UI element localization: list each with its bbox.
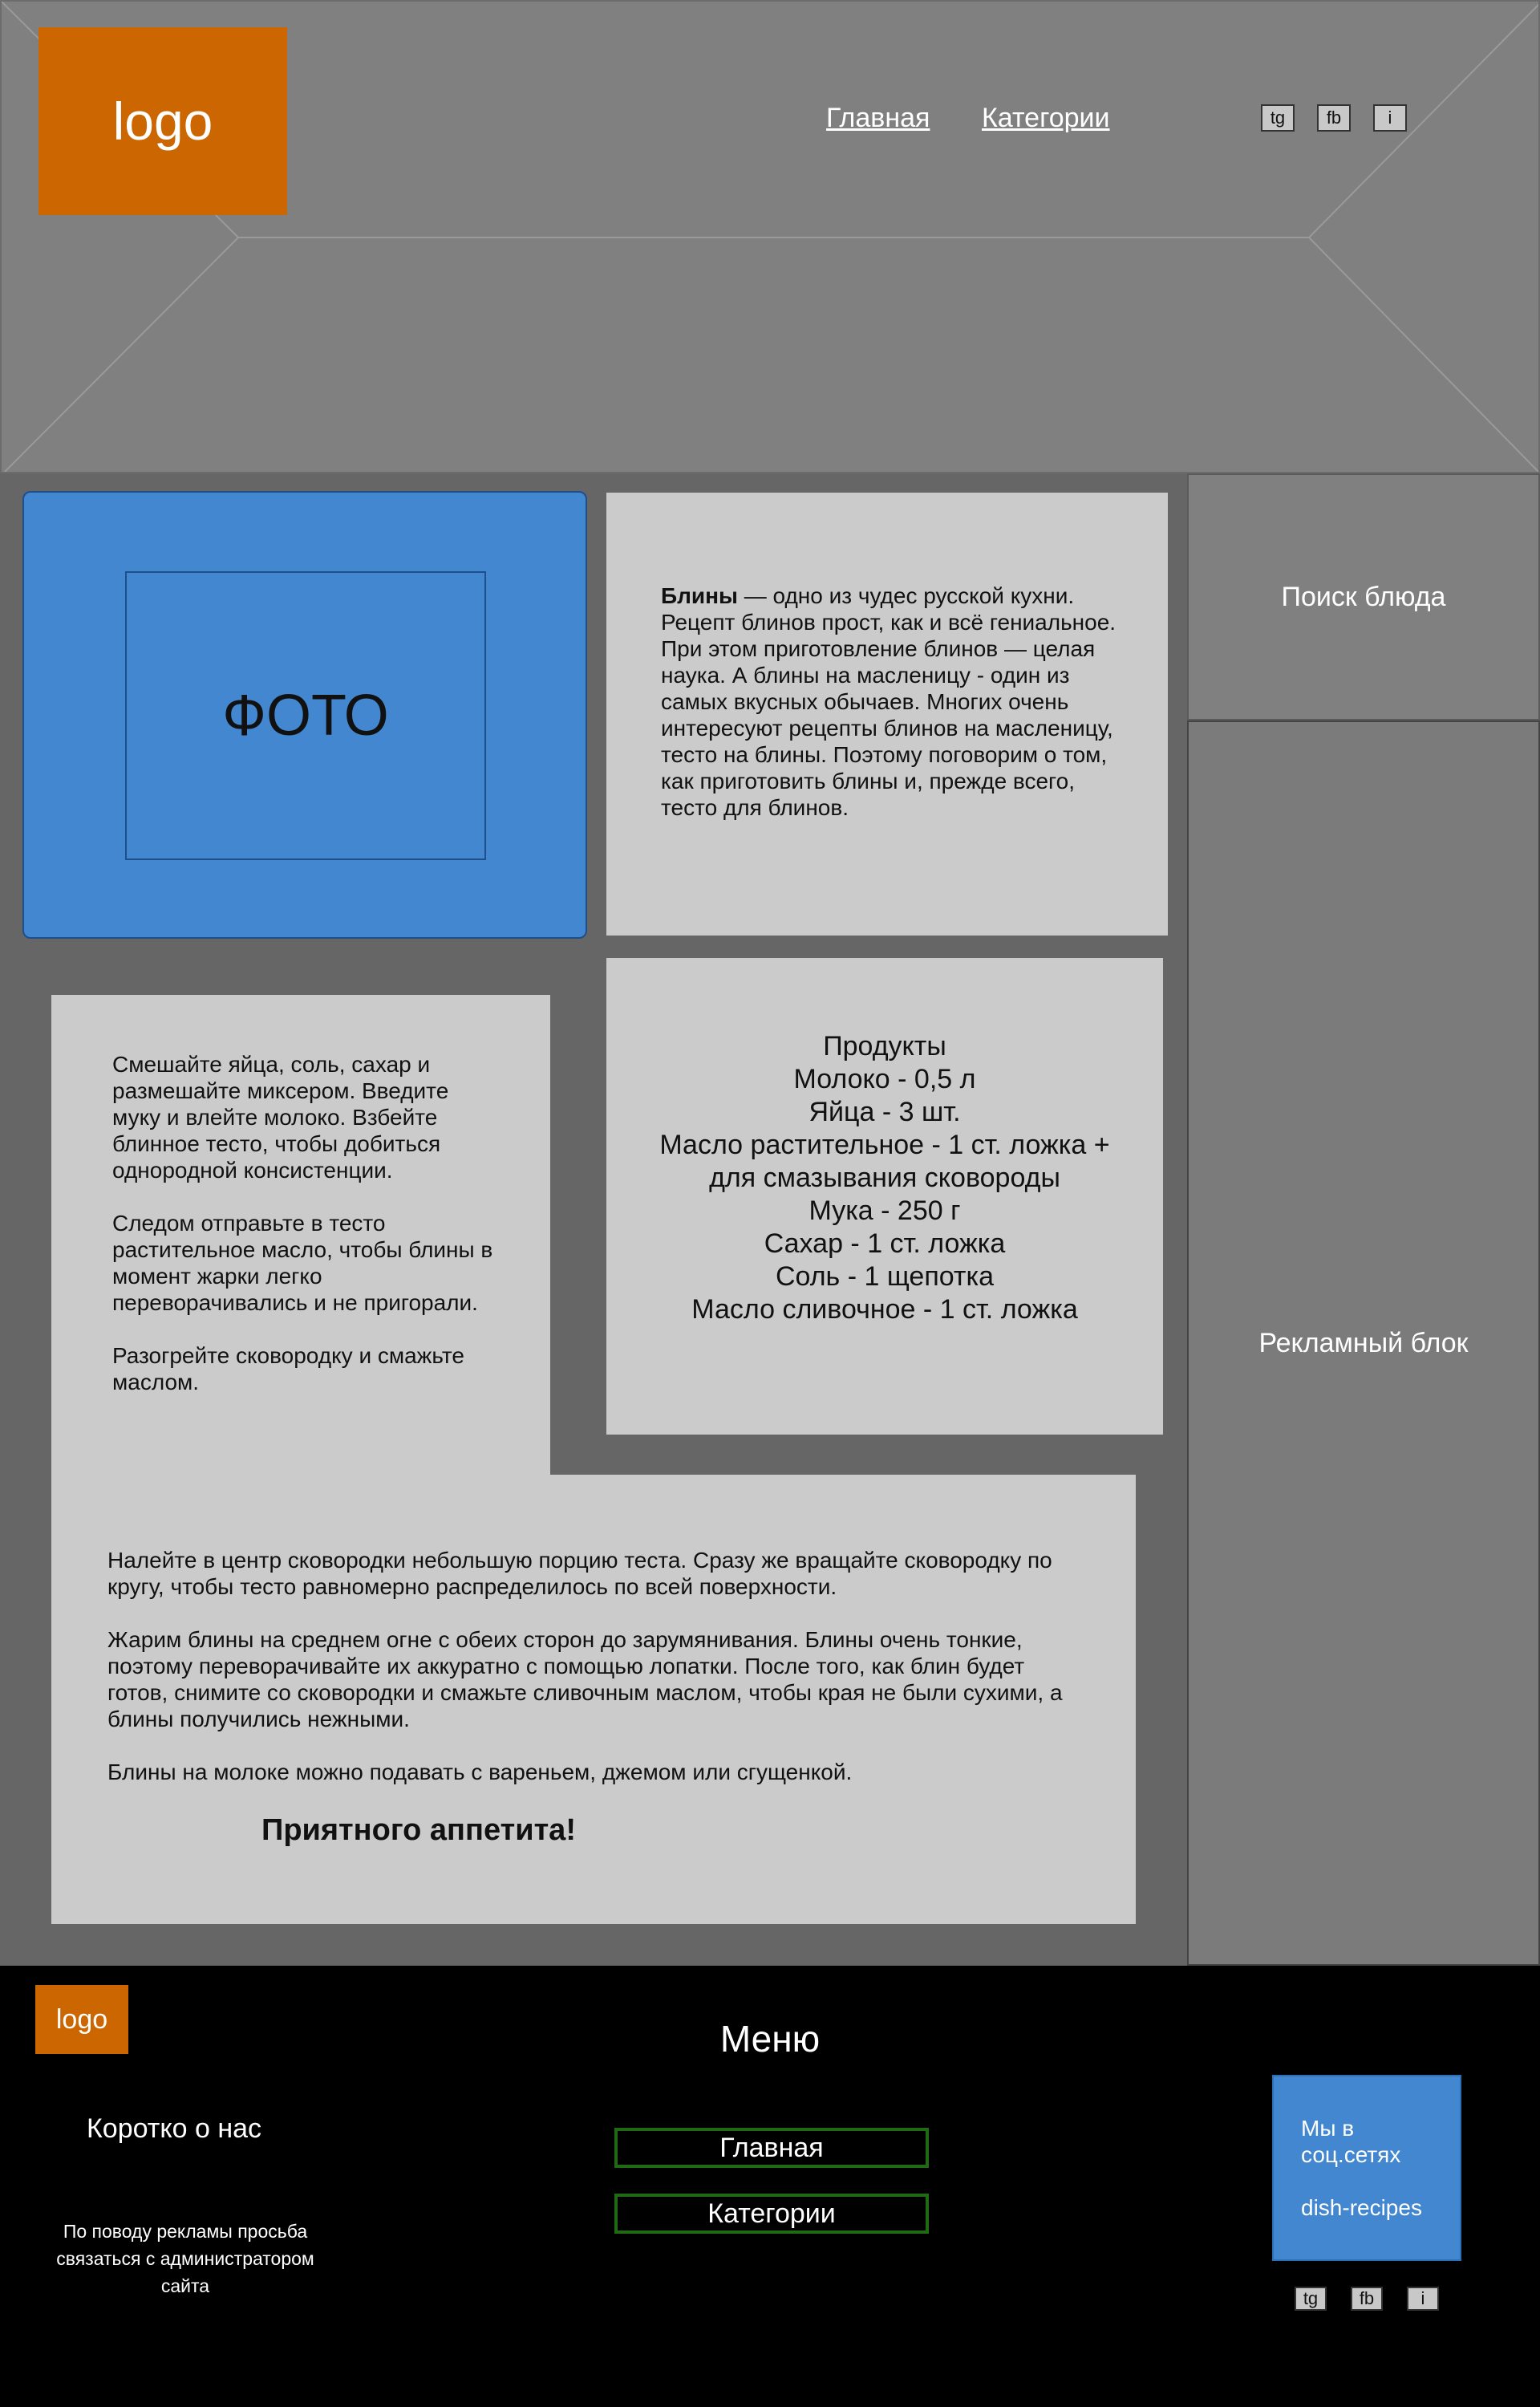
product-item: Масло растительное - 1 ст. ложка + для с… [659,1130,1110,1193]
product-item: Масло сливочное - 1 ст. ложка [691,1294,1078,1325]
product-item: Сахар - 1 ст. ложка [764,1228,1006,1259]
socials-text: Мы в соц.сетях dish-recipes [1301,2115,1445,2221]
step-paragraph: Налейте в центр сковородки небольшую пор… [107,1548,1052,1599]
product-item: Соль - 1 щепотка [775,1261,995,1292]
telegram-button[interactable]: tg [1261,104,1295,132]
footer-about-link[interactable]: Коротко о нас [87,2113,261,2145]
products-title: Продукты [823,1031,946,1061]
nav-link-categories[interactable]: Категории [982,103,1110,134]
dish-search-block[interactable]: Поиск блюда [1187,473,1540,720]
footer-ad-note: По поводу рекламы просьба связаться с ад… [56,2221,314,2296]
instagram-button[interactable]: i [1373,104,1407,132]
socials-title: Мы в соц.сетях [1301,2116,1401,2167]
step-paragraph: Разогрейте сковородку и смажьте маслом. [112,1343,464,1394]
step-paragraph: Жарим блины на среднем огне с обеих стор… [107,1627,1063,1731]
intro-body: — одно из чудес русской кухни. Рецепт бл… [661,583,1116,820]
footer-nav-main[interactable]: Главная [614,2128,929,2168]
footer-menu-title: Меню [719,2018,821,2060]
facebook-button[interactable]: fb [1317,104,1351,132]
nav-link-main[interactable]: Главная [826,103,930,134]
intro-text: Блины — одно из чудес русской кухни. Рец… [661,582,1126,821]
products-list: Продукты Молоко - 0,5 л Яйца - 3 шт. Мас… [606,1030,1163,1326]
step-paragraph: Смешайте яйца, соль, сахар и размешайте … [112,1052,449,1183]
photo-placeholder: ФОТО [125,571,486,860]
footer-nav-categories[interactable]: Категории [614,2194,929,2234]
header-logo[interactable]: logo [38,27,287,215]
step-paragraph: Следом отправьте в тесто растительное ма… [112,1211,493,1315]
steps-text-top: Смешайте яйца, соль, сахар и размешайте … [112,1051,497,1395]
footer-telegram-button[interactable]: tg [1295,2287,1327,2311]
intro-title: Блины [661,583,738,608]
footer-instagram-button[interactable]: i [1407,2287,1439,2311]
step-paragraph: Блины на молоке можно подавать с варенье… [107,1760,853,1784]
bon-appetit-heading: Приятного аппетита! [261,1813,576,1847]
socials-handle[interactable]: dish-recipes [1301,2194,1445,2221]
product-item: Мука - 250 г [808,1195,961,1226]
ad-block: Рекламный блок [1187,720,1540,1966]
product-item: Яйца - 3 шт. [808,1097,961,1127]
steps-text-bottom: Налейте в центр сковородки небольшую пор… [107,1547,1070,1785]
footer-facebook-button[interactable]: fb [1351,2287,1383,2311]
product-item: Молоко - 0,5 л [793,1064,976,1094]
